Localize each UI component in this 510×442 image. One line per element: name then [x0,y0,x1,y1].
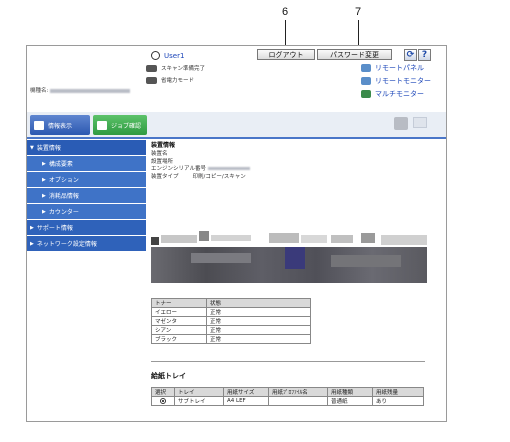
tab-info[interactable]: 情報表示 [30,115,90,135]
tray-section-title: 給紙トレイ [151,372,186,380]
info-icon [34,120,44,130]
password-change-button[interactable]: パスワード変更 [317,49,392,60]
table-row: イエロー 正常 [151,307,311,317]
remote-monitor-link[interactable]: リモートモニター [361,76,431,86]
job-icon [97,120,107,130]
user-icon [151,51,160,60]
main-content: 装置情報 装置名 設置場所 エンジンシリアル番号 装置タイプ 印刷/コピー/スキャ… [151,140,441,181]
help-icon[interactable]: ? [418,49,431,61]
device-name: 機種名: [30,86,131,94]
triangle-right-icon: ▶ [42,176,46,183]
triangle-down-icon: ▼ [30,144,34,151]
status-power: 省電力モード [146,76,194,84]
multi-monitor-link[interactable]: マルチモニター [361,89,424,99]
field-device-type: 装置タイプ 印刷/コピー/スキャン [151,173,246,180]
device-info-fields: 装置名 設置場所 エンジンシリアル番号 装置タイプ 印刷/コピー/スキャン [151,151,441,181]
device-image-redacted [151,225,427,283]
paper-size-col-header: 用紙サイズ [223,387,269,397]
toner-table: トナー 状態 イエロー 正常 マゼンタ 正常 シアン 正常 ブラック 正常 [151,298,311,344]
table-row: サブトレイ A4 LEF 普通紙 あり [151,396,424,406]
sidebar-item-consumables[interactable]: ▶ 消耗品情報 [27,188,146,203]
multi-monitor-icon [361,90,371,98]
sidebar-item-support[interactable]: ▶ サポート情報 [27,220,146,235]
sidebar-item-options[interactable]: ▶ オプション [27,172,146,187]
triangle-right-icon: ▶ [30,224,34,231]
remote-panel-icon [361,64,371,72]
sidebar-item-components[interactable]: ▶ 構成要素 [27,156,146,171]
triangle-right-icon: ▶ [30,240,34,247]
refresh-icon[interactable]: ⟳ [404,49,417,61]
toner-col-header: トナー [151,298,207,308]
table-row: ブラック 正常 [151,334,311,344]
redacted-serial [207,167,250,170]
field-serial: エンジンシリアル番号 [151,166,441,174]
tab-strip: 情報表示 ジョブ確認 [27,112,446,139]
sidebar-item-counter[interactable]: ▶ カウンター [27,204,146,219]
callout-7-line [358,20,359,48]
callout-6-line [285,20,286,48]
table-row: マゼンタ 正常 [151,316,311,326]
triangle-right-icon: ▶ [42,192,46,199]
tray-table: 選択 トレイ 用紙サイズ 用紙ﾌﾟﾛﾌｧｲﾙ名 用紙種類 用紙残量 サブトレイ … [151,387,424,406]
remote-monitor-icon [361,77,371,85]
status-scan: スキャン準備完了 [146,64,205,72]
user-indicator: User1 [151,51,184,60]
tray-select-cell[interactable] [151,396,175,406]
tray-col-header: トレイ [174,387,224,397]
display-toggle-icon[interactable] [413,117,427,128]
field-location: 設置場所 [151,158,174,165]
tray-radio[interactable] [160,397,166,404]
redacted-device-name [50,88,131,93]
sidebar-item-network[interactable]: ▶ ネットワーク設定情報 [27,236,146,251]
paper-profile-col-header: 用紙ﾌﾟﾛﾌｧｲﾙ名 [268,387,328,397]
table-row: シアン 正常 [151,325,311,335]
remote-panel-link[interactable]: リモートパネル [361,63,424,73]
triangle-right-icon: ▶ [42,160,46,167]
triangle-right-icon: ▶ [42,208,46,215]
callout-7: 7 [355,6,362,18]
scanner-icon [146,64,157,72]
user-name: User1 [164,51,185,60]
status-col-header: 状態 [206,298,311,308]
paper-remaining-col-header: 用紙残量 [372,387,424,397]
select-col-header: 選択 [151,387,175,397]
field-device-name: 装置名 [151,151,168,157]
divider [151,361,425,362]
tray-table-wrap: 選択 トレイ 用紙サイズ 用紙ﾌﾟﾛﾌｧｲﾙ名 用紙種類 用紙残量 サブトレイ … [151,387,424,406]
device-info-title: 装置情報 [151,142,176,149]
logout-button[interactable]: ログアウト [257,49,315,60]
tab-job[interactable]: ジョブ確認 [93,115,147,135]
toner-table-wrap: トナー 状態 イエロー 正常 マゼンタ 正常 シアン 正常 ブラック 正常 [151,298,311,344]
printer-icon [146,76,157,84]
callout-6: 6 [282,6,289,18]
paper-type-col-header: 用紙種類 [327,387,373,397]
sidebar-item-device-info[interactable]: ▼ 装置情報 [27,140,146,155]
sidebar: ▼ 装置情報 ▶ 構成要素 ▶ オプション ▶ 消耗品情報 ▶ カウンター ▶ サポート情報… [27,140,146,252]
magnifier-icon[interactable] [394,117,408,130]
